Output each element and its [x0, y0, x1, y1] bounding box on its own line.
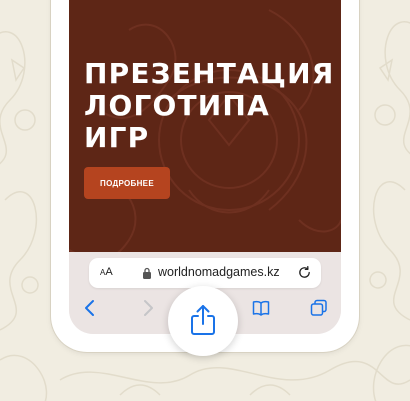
share-icon	[191, 305, 215, 335]
reload-icon[interactable]	[297, 265, 312, 280]
chevron-right-icon[interactable]	[139, 299, 157, 317]
domain-text: worldnomadgames.kz	[158, 265, 280, 279]
hero-title: ПРЕЗЕНТАЦИЯ ЛОГОТИПА ИГР	[84, 58, 334, 154]
tabs-icon[interactable]	[310, 299, 328, 317]
hero-title-line2: ЛОГОТИПА ИГР	[84, 89, 270, 154]
lock-icon	[143, 267, 151, 279]
text-size-button[interactable]: AA	[100, 266, 113, 278]
hero-title-line1: ПРЕЗЕНТАЦИЯ	[84, 57, 335, 90]
share-button[interactable]	[168, 286, 238, 356]
book-icon[interactable]	[252, 299, 270, 317]
phone-screen: ПРЕЗЕНТАЦИЯ ЛОГОТИПА ИГР ПОДРОБНЕЕ AA wo…	[69, 0, 341, 334]
more-button[interactable]: ПОДРОБНЕЕ	[84, 167, 170, 199]
chevron-left-icon[interactable]	[81, 299, 99, 317]
address-bar[interactable]: AA worldnomadgames.kz	[89, 258, 321, 288]
hero-banner: ПРЕЗЕНТАЦИЯ ЛОГОТИПА ИГР ПОДРОБНЕЕ	[69, 0, 341, 264]
